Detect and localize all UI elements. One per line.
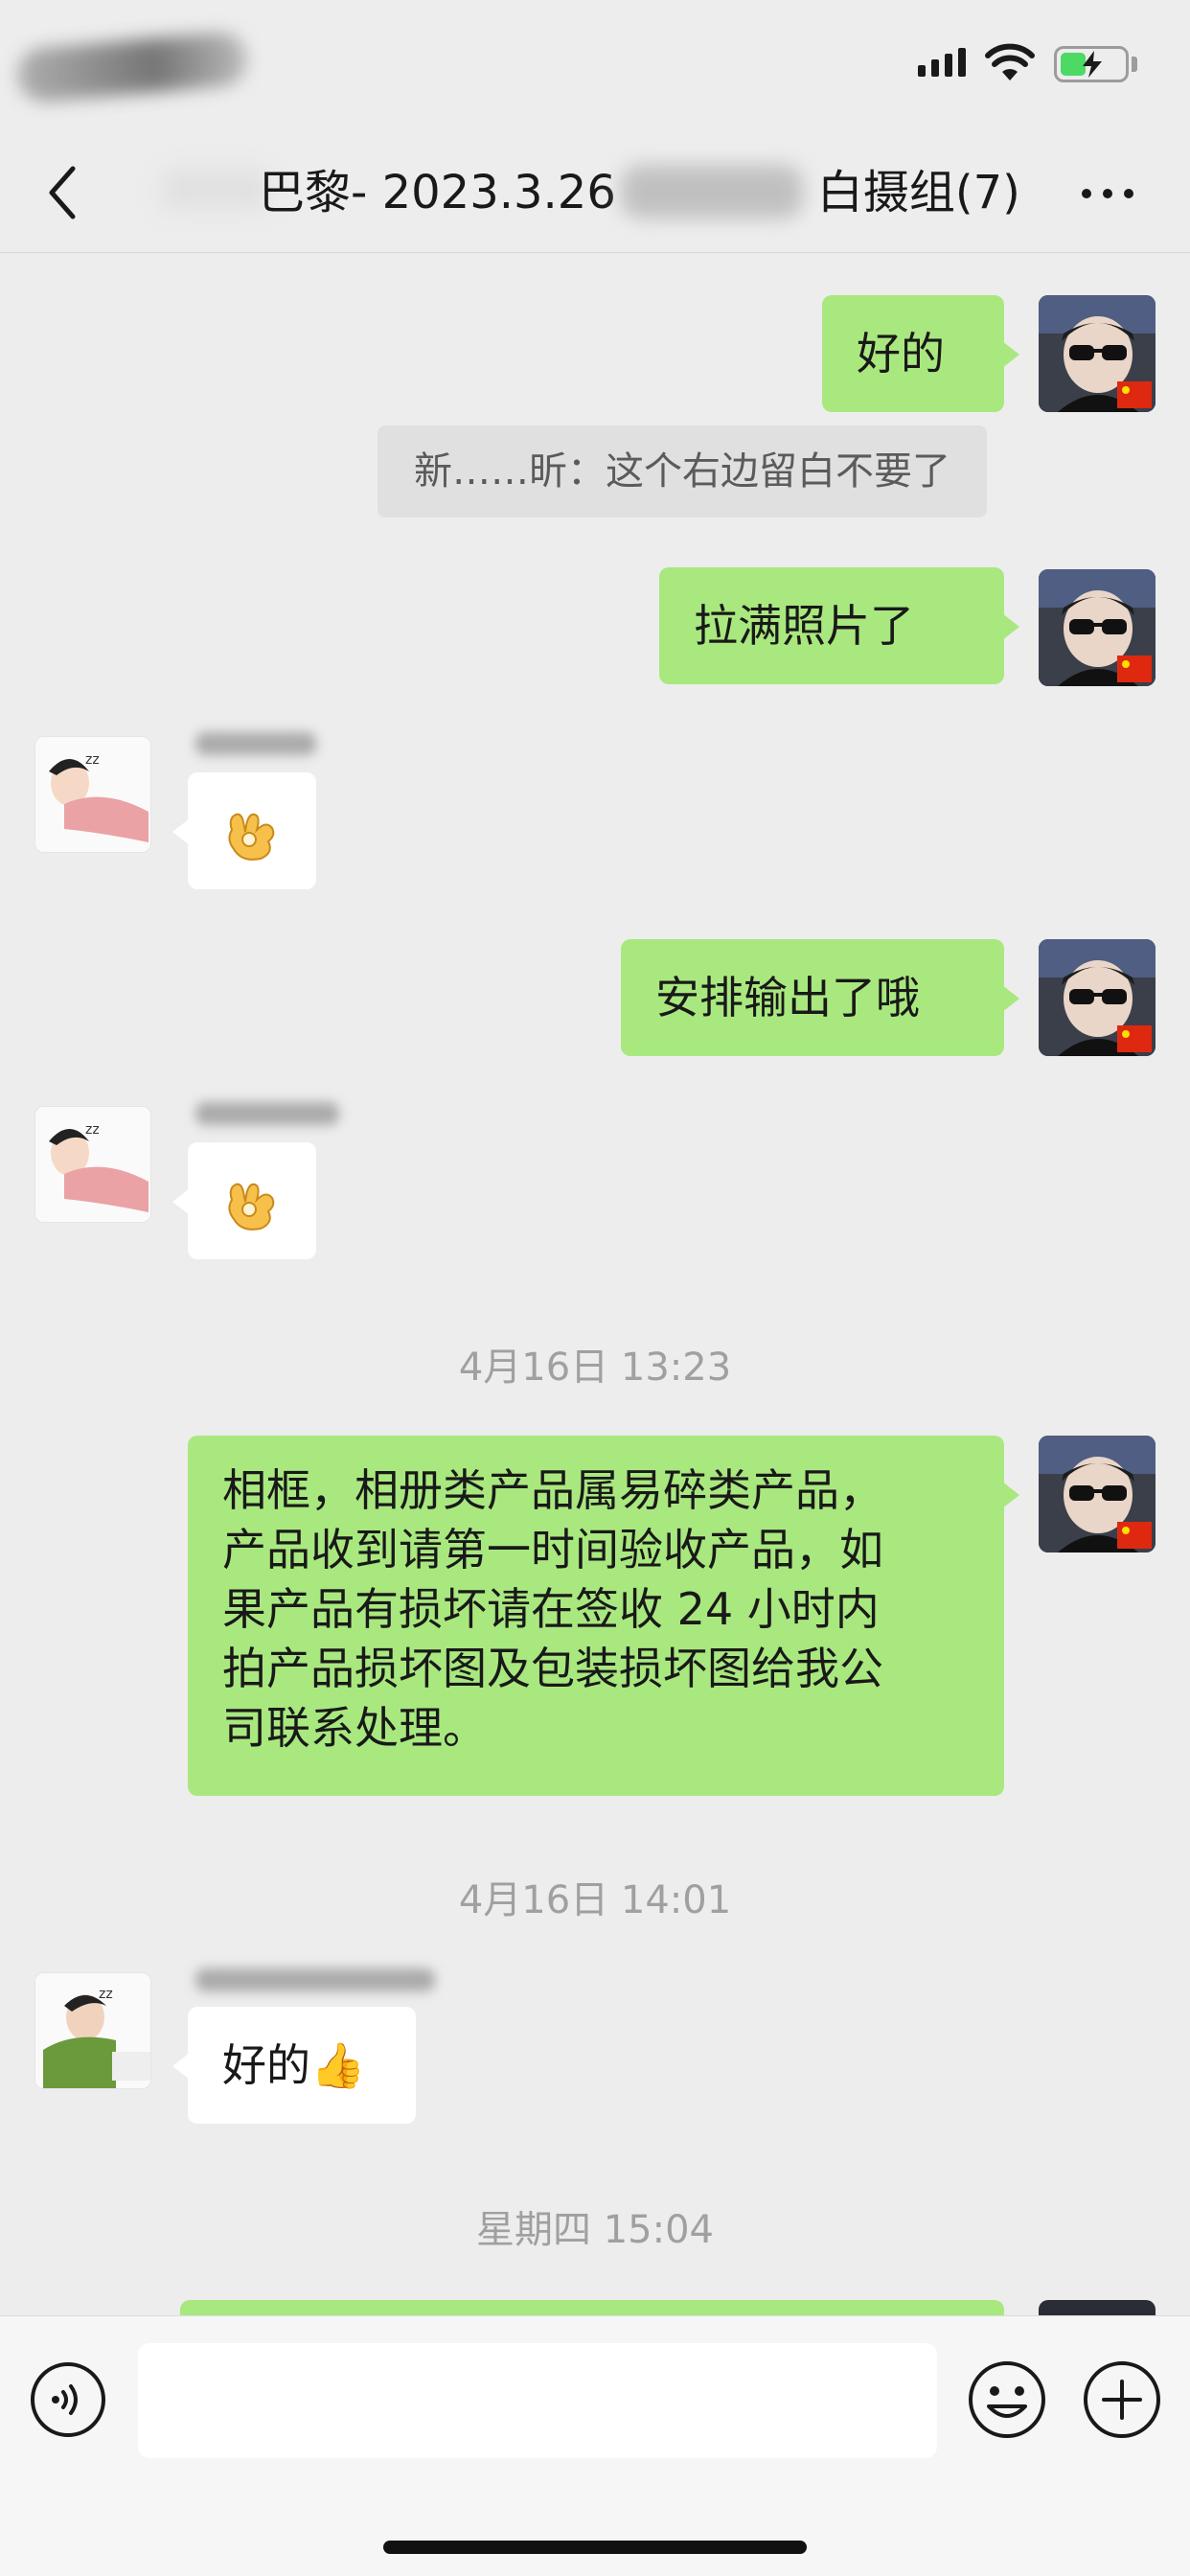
message-bubble-outgoing-partial[interactable] — [180, 2300, 1004, 2315]
avatar-self-partial[interactable] — [1039, 2300, 1156, 2315]
back-icon[interactable] — [40, 161, 88, 224]
message-text-line: 司联系处理。 — [222, 1702, 487, 1754]
message-bubble-incoming[interactable]: 好的👍 — [172, 2007, 416, 2124]
sender-name-blurred — [195, 1102, 339, 1125]
cellular-signal-icon — [918, 48, 966, 77]
avatar-member-image: zz — [35, 1107, 150, 1222]
avatar-self-image — [1039, 939, 1156, 1056]
page-title-prefix: 巴黎- 2023.3.26 — [259, 166, 616, 219]
chat-message-list[interactable]: 好的 新……昕：这个右边留白不要了 拉满照片了 zz 安排输出了哦 zz 4月1… — [0, 253, 1190, 2315]
status-time-blurred — [15, 30, 249, 104]
avatar-member[interactable]: zz — [34, 1972, 151, 2089]
avatar-self[interactable] — [1039, 295, 1156, 412]
message-text: 好的 — [857, 328, 945, 380]
message-input[interactable] — [138, 2343, 937, 2458]
message-text: 安排输出了哦 — [655, 972, 920, 1024]
message-bubble-outgoing[interactable]: 好的 — [822, 295, 1019, 412]
ok-hand-icon — [228, 813, 275, 861]
title-blur-left — [163, 171, 268, 209]
timestamp: 星期四 15:04 — [476, 2208, 714, 2252]
timestamp: 4月16日 13:23 — [458, 1346, 732, 1390]
quoted-message-text: 新……昕：这个右边留白不要了 — [414, 449, 950, 494]
message-text-line: 产品收到请第一时间验收产品，如 — [222, 1524, 883, 1576]
svg-text:zz: zz — [85, 1122, 100, 1138]
message-bubble-outgoing[interactable]: 相框，相册类产品属易碎类产品， 产品收到请第一时间验收产品，如 果产品有损坏请在… — [188, 1436, 1019, 1796]
svg-text:zz: zz — [99, 1987, 113, 2002]
wifi-icon — [985, 43, 1035, 80]
status-bar — [0, 0, 1190, 134]
battery-icon — [1054, 46, 1129, 82]
message-bubble-incoming[interactable] — [172, 1142, 316, 1259]
home-indicator[interactable] — [383, 2541, 807, 2554]
more-icon[interactable] — [1077, 172, 1138, 215]
avatar-self[interactable] — [1039, 1436, 1156, 1552]
avatar-member[interactable]: zz — [34, 1106, 151, 1223]
page-title-suffix: 白摄组(7) — [816, 166, 1020, 219]
message-bubble-outgoing[interactable]: 安排输出了哦 — [621, 939, 1019, 1056]
avatar-self-image — [1039, 1436, 1156, 1552]
message-text: 拉满照片了 — [694, 600, 914, 652]
avatar-self[interactable] — [1039, 939, 1156, 1056]
ok-hand-icon — [228, 1183, 275, 1230]
message-text: 好的👍 — [222, 2039, 366, 2091]
message-text-line: 果产品有损坏请在签收 24 小时内 — [222, 1583, 880, 1635]
message-text-line: 拍产品损坏图及包装损坏图给我公 — [222, 1643, 883, 1694]
avatar-self-image — [1039, 295, 1156, 412]
svg-text:zz: zz — [85, 752, 100, 768]
voice-input-icon[interactable] — [29, 2360, 107, 2439]
message-bubble-incoming[interactable] — [172, 772, 316, 889]
more-functions-plus-icon[interactable] — [1081, 2358, 1163, 2441]
avatar-self-image — [1039, 569, 1156, 686]
timestamp: 4月16日 14:01 — [458, 1878, 732, 1922]
message-text-line: 相框，相册类产品属易碎类产品， — [222, 1464, 883, 1516]
chat-header: 巴黎- 2023.3.26 白摄组(7) — [0, 134, 1190, 253]
avatar-member-image: zz — [35, 737, 150, 852]
battery-cap — [1132, 57, 1137, 72]
sender-name-blurred — [195, 1968, 435, 1991]
avatar-member-image: zz — [35, 1973, 150, 2088]
title-blur-redaction — [621, 165, 803, 218]
message-input-bar — [0, 2315, 1190, 2576]
avatar-member[interactable]: zz — [34, 736, 151, 853]
message-bubble-outgoing[interactable]: 拉满照片了 — [659, 567, 1019, 684]
quoted-message[interactable]: 新……昕：这个右边留白不要了 — [378, 426, 987, 518]
avatar-self[interactable] — [1039, 569, 1156, 686]
emoji-icon[interactable] — [966, 2358, 1048, 2441]
sender-name-blurred — [195, 732, 316, 755]
